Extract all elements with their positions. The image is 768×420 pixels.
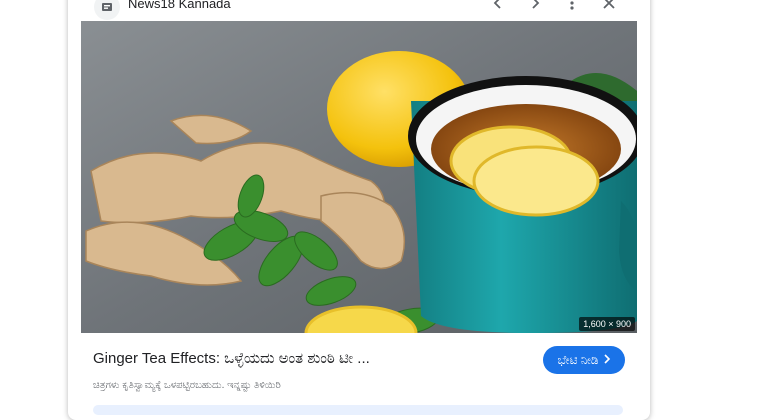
ginger-tea-photo [81,21,637,333]
copyright-caption: ಚಿತ್ರಗಳು ಕೃತಿಸ್ವಾಮ್ಯಕ್ಕೆ ಒಳಪಟ್ಟಿರಬಹುದು. … [93,380,281,391]
visit-button[interactable]: ಭೇಟಿ ನೀಡಿ [543,346,625,374]
more-vert-icon[interactable] [562,0,582,13]
preview-image[interactable]: 1,600 × 900 [81,21,637,333]
image-preview-panel: News18 Kannada 1,600 × 900 Ginger Tea Ef… [68,0,650,420]
source-name[interactable]: News18 Kannada [128,0,231,11]
chevron-right-icon [603,353,611,367]
visit-button-label: ಭೇಟಿ ನೀಡಿ [557,352,599,367]
close-icon[interactable] [599,0,619,13]
news18-logo-icon[interactable] [94,0,120,20]
chevron-left-icon[interactable] [488,0,508,13]
result-title[interactable]: Ginger Tea Effects: ಒಳ್ಳೆಯದು ಅಂತ ಶುಂಠಿ ಟ… [93,350,370,367]
chevron-right-icon[interactable] [525,0,545,13]
image-dimensions-badge: 1,600 × 900 [579,317,635,331]
preview-header: News18 Kannada [68,0,650,20]
source-logo-glyph [102,3,112,11]
